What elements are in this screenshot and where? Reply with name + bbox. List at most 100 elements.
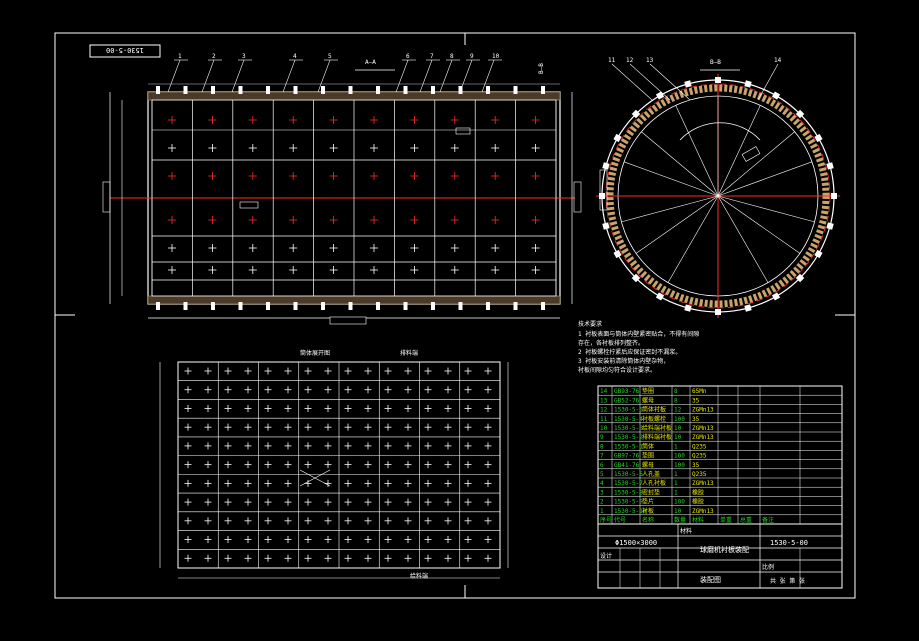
- callout-leader: [629, 63, 671, 101]
- developed-view: 筒体展开图 排料端 给料端: [159, 349, 509, 580]
- bom-cell: 10: [674, 434, 682, 441]
- bom-cell: GB41-76: [614, 462, 640, 469]
- ring-bolt: [744, 80, 752, 88]
- ring-bolt: [602, 162, 610, 170]
- tech-req-line-4: 3 衬板安装前清除筒体内壁杂物，: [578, 357, 669, 365]
- callout-number: 13: [646, 57, 654, 64]
- bom-cell: 3: [600, 489, 604, 496]
- part-callouts: 1 2 3 4 5 6 7 8 9 10: [167, 53, 502, 93]
- dev-label-left: 筒体展开图: [300, 349, 330, 357]
- bom-header-cell: 备注: [762, 516, 774, 524]
- callout-leader: [419, 59, 433, 93]
- bom-cell: 2: [600, 499, 604, 506]
- bom-cell: 1: [674, 443, 678, 450]
- stud-bottom: [211, 302, 215, 310]
- bom-cell: ZGMn13: [692, 508, 714, 515]
- bom-cell: 橡胶: [692, 488, 704, 496]
- radial-line: [717, 195, 815, 223]
- bom-header-cell: 代号: [614, 516, 626, 524]
- bom-cell: 35: [692, 397, 700, 404]
- tb-designer: 设计: [600, 552, 612, 560]
- stud-top: [486, 86, 490, 94]
- stud-bottom: [486, 302, 490, 310]
- bom-cell: 5: [600, 471, 604, 478]
- bom-cell: ZGMn13: [692, 425, 714, 432]
- bom-cell: 密封垫: [642, 488, 660, 496]
- callout-number: 11: [608, 57, 616, 64]
- ring-bolt: [814, 249, 823, 259]
- ring-bolt: [826, 222, 834, 230]
- stud-bottom: [293, 302, 298, 310]
- bom-cell: 13: [600, 397, 608, 404]
- bom-cell: 10: [674, 425, 682, 432]
- radial-line: [717, 105, 761, 197]
- callout-number: 12: [626, 57, 634, 64]
- stud-bottom: [156, 302, 160, 310]
- bom-cell: 1530-5-8: [614, 489, 643, 496]
- ring-bolt: [826, 162, 834, 170]
- end-view: B—B 11 12 13 14: [596, 57, 840, 318]
- callout-number: 4: [293, 53, 297, 60]
- ring-bolt: [684, 304, 692, 312]
- radial-line: [635, 195, 719, 254]
- radial-line: [623, 161, 719, 197]
- liner-band-bottom: [147, 295, 561, 305]
- bom-cell: 6: [600, 462, 604, 469]
- stud-top: [211, 86, 215, 94]
- bom-cell: 12: [674, 407, 682, 414]
- dim-bottom-text: [329, 316, 367, 325]
- tb-spec: Φ1500×3000: [615, 539, 657, 547]
- tb-material: 材料: [680, 527, 692, 535]
- bom-cell: 10: [674, 508, 682, 515]
- drawing-number-label: 1530-5-00: [106, 46, 144, 54]
- stud-top: [431, 86, 435, 94]
- bom-cell: 螺母: [642, 396, 654, 404]
- radial-line: [717, 195, 801, 254]
- radial-line: [675, 105, 719, 197]
- bom-cell: 1: [674, 471, 678, 478]
- bom-cell: 1530-5-1: [614, 443, 643, 450]
- stud-top: [541, 86, 545, 94]
- bom-header-cell: 序号: [600, 516, 612, 524]
- bom-cell: 1: [600, 508, 604, 515]
- callout-leader: [167, 59, 181, 93]
- bom-cell: 35: [692, 416, 700, 423]
- bom-cell: 衬板: [642, 507, 654, 515]
- ring-bolt: [655, 91, 665, 100]
- ring-bolt: [684, 80, 692, 88]
- bom-cell: 垫圈: [642, 452, 654, 460]
- bom-cell: Q235: [692, 453, 707, 460]
- stud-top: [403, 86, 408, 94]
- callout-number: 7: [430, 53, 434, 60]
- bom-cell: 7: [600, 453, 604, 460]
- stud-bottom: [183, 302, 188, 310]
- bom-cell: 8: [600, 443, 604, 450]
- stud-bottom: [376, 302, 380, 310]
- radial-line: [717, 131, 795, 197]
- stud-top: [348, 86, 353, 94]
- callout-number: 3: [242, 53, 246, 60]
- longitudinal-view: A—A B—B 1 2 3 4 5 6 7 8 9 10: [102, 53, 582, 325]
- bom-cell: GB52-76: [614, 397, 640, 404]
- bom-cell: 1530-5-4: [614, 416, 643, 423]
- callout-number: 9: [470, 53, 474, 60]
- bom-cell: ZGMn13: [692, 407, 714, 414]
- bom-cell: 垫片: [642, 498, 654, 506]
- section-label-bb: B—B: [710, 59, 721, 66]
- tech-req-title: 技术要求: [578, 320, 602, 328]
- callout-number: 14: [774, 57, 782, 64]
- bom-cell: 筒体衬板: [642, 406, 666, 414]
- radial-line: [717, 195, 769, 283]
- bom-cell: 14: [600, 388, 608, 395]
- bill-of-materials: 14 GB93-76 垫圈 8 65Mn13 GB52-76 螺母 8 3512 1530-5-5…: [597, 385, 843, 525]
- ring-bolt: [771, 292, 781, 301]
- bom-cell: 12: [600, 407, 608, 414]
- callout-number: 1: [178, 53, 182, 60]
- bom-cell: Q235: [692, 471, 707, 478]
- technical-requirements: 技术要求 1 衬板表面与筒体内壁紧密贴合，不得有间隙 存在，各衬板排列整齐。 2…: [578, 320, 699, 374]
- bom-cell: 1: [674, 480, 678, 487]
- stud-top: [321, 86, 325, 94]
- bom-cell: 100: [674, 416, 685, 423]
- ring-bolt: [715, 77, 721, 83]
- bom-cell: 1530-5-6: [614, 471, 643, 478]
